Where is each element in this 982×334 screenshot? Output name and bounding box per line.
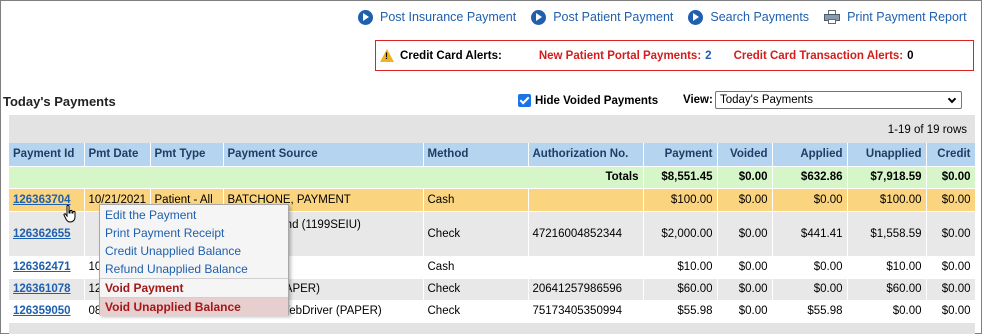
- payment: $55.98: [643, 300, 718, 323]
- payment-id-link[interactable]: 126359050: [13, 305, 71, 317]
- method: Cash: [423, 188, 529, 212]
- totals-voided: $0.00: [717, 166, 773, 189]
- payment: $100.00: [643, 188, 718, 212]
- totals-credit: $0.00: [926, 166, 976, 189]
- col-header-payment[interactable]: Payment: [643, 143, 718, 167]
- payment: $60.00: [643, 278, 718, 301]
- totals-label: Totals: [9, 166, 644, 189]
- menu-item-refund-unapplied[interactable]: Refund Unapplied Balance: [100, 260, 288, 278]
- credit: $0.00: [926, 300, 976, 323]
- credit: $0.00: [926, 211, 976, 257]
- unapplied: $1,558.59: [847, 211, 927, 257]
- view-label: View:: [683, 94, 713, 106]
- voided: $0.00: [717, 278, 773, 301]
- menu-item-edit-payment[interactable]: Edit the Payment: [100, 206, 288, 224]
- payment-id-link[interactable]: 126362471: [13, 261, 71, 273]
- authorization: [528, 188, 644, 212]
- transaction-alerts-link[interactable]: Credit Card Transaction Alerts:: [734, 50, 904, 62]
- applied: $0.00: [772, 256, 848, 279]
- action-links: Post Insurance Payment Post Patient Paym…: [358, 8, 978, 26]
- payment-id-link[interactable]: 126361078: [13, 283, 71, 295]
- hide-voided-toggle[interactable]: Hide Voided Payments: [518, 94, 658, 107]
- payment-id-link[interactable]: 126362655: [13, 228, 71, 240]
- view-select-value: Today's Payments: [720, 94, 813, 106]
- applied: $0.00: [772, 188, 848, 212]
- authorization: 75173405350994: [528, 300, 644, 323]
- method: Cash: [423, 256, 529, 279]
- applied: $0.00: [772, 278, 848, 301]
- menu-item-print-receipt[interactable]: Print Payment Receipt: [100, 224, 288, 242]
- payment-id-link[interactable]: 126363704: [13, 194, 71, 206]
- unapplied: $10.00: [847, 256, 927, 279]
- payment-context-menu: Edit the Payment Print Payment Receipt C…: [99, 204, 289, 316]
- applied: $441.41: [772, 211, 848, 257]
- play-circle-icon: [531, 9, 547, 25]
- payment: $2,000.00: [643, 211, 718, 257]
- menu-item-void-payment[interactable]: Void Payment: [100, 278, 288, 297]
- hand-cursor-icon: [63, 205, 76, 223]
- search-payments-link[interactable]: Search Payments: [688, 9, 810, 25]
- post-patient-payment-label: Post Patient Payment: [553, 10, 674, 24]
- voided: $0.00: [717, 211, 773, 257]
- transaction-alerts-count: 0: [907, 49, 914, 62]
- applied: $55.98: [772, 300, 848, 323]
- col-header-voided[interactable]: Voided: [717, 143, 773, 167]
- play-circle-icon: [688, 9, 704, 25]
- printer-icon: [824, 10, 841, 24]
- col-header-authorization[interactable]: Authorization No.: [528, 143, 644, 167]
- post-patient-payment-link[interactable]: Post Patient Payment: [531, 9, 674, 25]
- col-header-method[interactable]: Method: [423, 143, 529, 167]
- portal-payments-count[interactable]: 2: [705, 50, 711, 62]
- unapplied: $0.00: [847, 300, 927, 323]
- credit: $0.00: [926, 278, 976, 301]
- col-header-applied[interactable]: Applied: [772, 143, 848, 167]
- col-header-pmt-type[interactable]: Pmt Type: [150, 143, 224, 167]
- warning-icon: [380, 48, 395, 63]
- print-payment-report-label: Print Payment Report: [847, 10, 967, 24]
- play-circle-icon: [358, 9, 373, 25]
- search-payments-label: Search Payments: [710, 10, 810, 24]
- page-title: Today's Payments: [3, 94, 116, 109]
- voided: $0.00: [717, 256, 773, 279]
- credit: $0.00: [926, 256, 976, 279]
- totals-payment: $8,551.45: [643, 166, 718, 189]
- hide-voided-checkbox[interactable]: [518, 94, 531, 107]
- post-insurance-payment-link[interactable]: Post Insurance Payment: [358, 9, 517, 25]
- authorization: [528, 256, 644, 279]
- print-payment-report-link[interactable]: Print Payment Report: [824, 10, 967, 24]
- hide-voided-label: Hide Voided Payments: [535, 94, 659, 107]
- menu-item-void-unapplied[interactable]: Void Unapplied Balance: [100, 297, 288, 316]
- col-header-payment-source[interactable]: Payment Source: [223, 143, 424, 167]
- credit: $0.00: [926, 188, 976, 212]
- col-header-payment-id[interactable]: Payment Id: [9, 143, 85, 167]
- col-header-pmt-date[interactable]: Pmt Date: [84, 143, 151, 167]
- menu-item-credit-unapplied[interactable]: Credit Unapplied Balance: [100, 242, 288, 260]
- authorization: 47216004852344: [528, 211, 644, 257]
- chevron-down-icon: [947, 94, 957, 104]
- authorization: 20641257986596: [528, 278, 644, 301]
- totals-unapplied: $7,918.59: [847, 166, 927, 189]
- totals-applied: $632.86: [772, 166, 848, 189]
- rows-count: 1-19 of 19 rows: [887, 124, 967, 136]
- method: Check: [423, 211, 529, 257]
- post-insurance-payment-label: Post Insurance Payment: [380, 10, 517, 24]
- table-header-row: Payment Id Pmt Date Pmt Type Payment Sou…: [9, 143, 976, 167]
- unapplied: $60.00: [847, 278, 927, 301]
- alerts-title: Credit Card Alerts:: [400, 49, 502, 62]
- portal-payments-link[interactable]: New Patient Portal Payments:: [539, 50, 701, 62]
- voided: $0.00: [717, 188, 773, 212]
- method: Check: [423, 300, 529, 323]
- totals-row: Totals $8,551.45 $0.00 $632.86 $7,918.59…: [9, 166, 976, 189]
- view-select[interactable]: Today's Payments: [715, 91, 962, 109]
- voided: $0.00: [717, 300, 773, 323]
- unapplied: $100.00: [847, 188, 927, 212]
- col-header-unapplied[interactable]: Unapplied: [847, 143, 927, 167]
- col-header-credit[interactable]: Credit: [926, 143, 976, 167]
- payment: $10.00: [643, 256, 718, 279]
- credit-card-alerts-box: Credit Card Alerts: New Patient Portal P…: [375, 40, 974, 71]
- method: Check: [423, 278, 529, 301]
